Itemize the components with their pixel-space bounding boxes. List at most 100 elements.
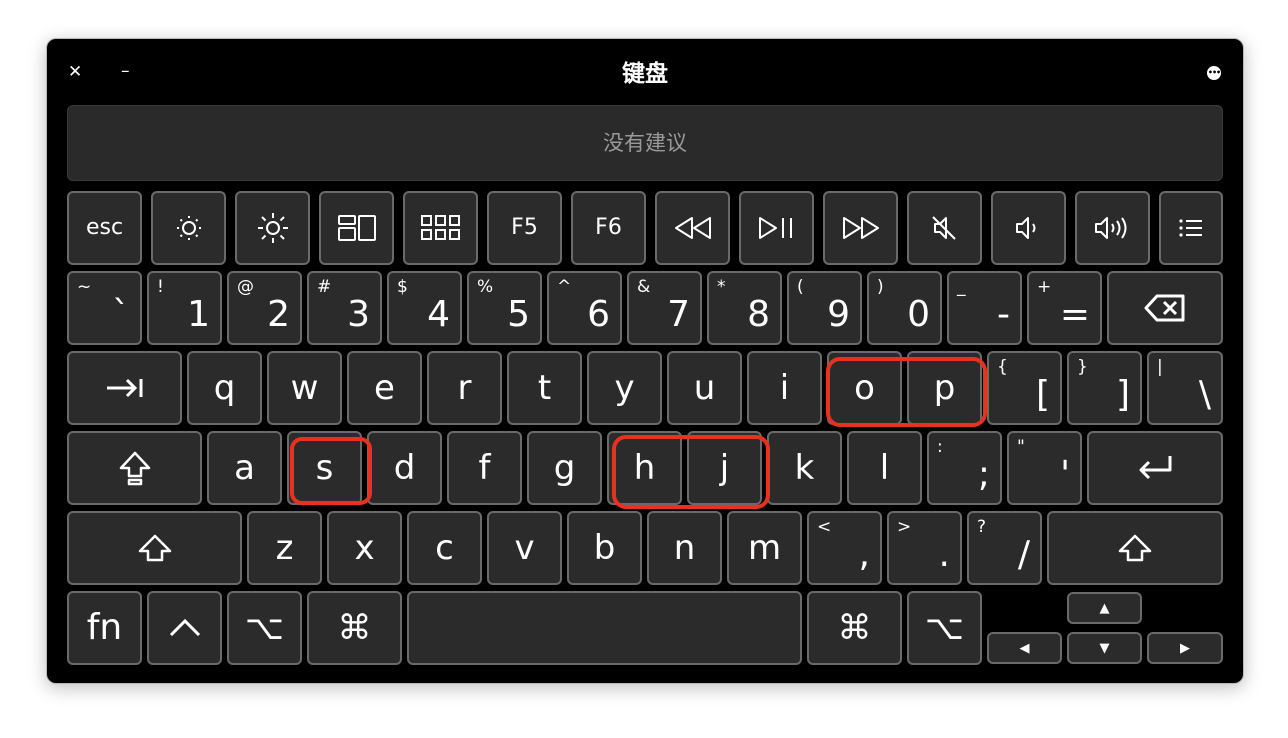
key-e[interactable]: e (347, 351, 422, 425)
key-r[interactable]: r (427, 351, 502, 425)
key-t[interactable]: t (507, 351, 582, 425)
key-backslash[interactable]: | \ (1147, 351, 1223, 425)
key-j[interactable]: j (687, 431, 762, 505)
key-d[interactable]: d (367, 431, 442, 505)
key-z[interactable]: z (247, 511, 322, 585)
key-esc[interactable]: esc (67, 191, 142, 265)
ellipsis-circle-icon[interactable]: ••• (1207, 66, 1221, 80)
key-y[interactable]: y (587, 351, 662, 425)
key-arrow-down[interactable]: ▼ (1067, 632, 1142, 664)
key-b[interactable]: b (567, 511, 642, 585)
shift-char: ! (157, 277, 164, 297)
shift-char: } (1077, 357, 1088, 377)
key-comma[interactable]: <, (807, 511, 882, 585)
key-launchpad[interactable] (403, 191, 478, 265)
key-equals[interactable]: + = (1027, 271, 1102, 345)
base-char: = (1059, 294, 1090, 335)
fast-forward-icon (842, 217, 879, 239)
key-l[interactable]: l (847, 431, 922, 505)
key-volume-up[interactable] (1075, 191, 1150, 265)
key-quote[interactable]: " ' (1007, 431, 1082, 505)
key-5[interactable]: % 5 (467, 271, 542, 345)
key-f[interactable]: f (447, 431, 522, 505)
key-0[interactable]: ) 0 (867, 271, 942, 345)
key-minus[interactable]: _ - (947, 271, 1022, 345)
key-v[interactable]: v (487, 511, 562, 585)
control-caret-icon (169, 618, 200, 637)
key-period[interactable]: >. (887, 511, 962, 585)
key-left-option[interactable]: ⌥ (227, 591, 302, 665)
rewind-icon (674, 217, 711, 239)
key-fn[interactable]: fn (67, 591, 142, 665)
base-char: - (997, 294, 1010, 335)
base-char: ; (977, 454, 990, 495)
key-n[interactable]: n (647, 511, 722, 585)
key-q[interactable]: q (187, 351, 262, 425)
key-right-shift[interactable] (1047, 511, 1223, 585)
key-return[interactable] (1087, 431, 1223, 505)
key-h[interactable]: h (607, 431, 682, 505)
shift-char: * (717, 277, 726, 297)
key-7[interactable]: & 7 (627, 271, 702, 345)
key-8[interactable]: * 8 (707, 271, 782, 345)
key-fast-forward[interactable] (823, 191, 898, 265)
key-space[interactable] (407, 591, 802, 665)
key-6[interactable]: ^ 6 (547, 271, 622, 345)
key-arrow-up[interactable]: ▲ (1067, 592, 1142, 624)
key-grave[interactable]: ~ ` (67, 271, 142, 345)
key-right-option[interactable]: ⌥ (907, 591, 982, 665)
key-arrow-right[interactable]: ▶ (1147, 632, 1223, 664)
key-brightness-up[interactable] (235, 191, 310, 265)
key-4[interactable]: $4 (387, 271, 462, 345)
key-semicolon[interactable]: :; (927, 431, 1002, 505)
shift-char: | (1157, 357, 1163, 377)
window-title: 键盘 (622, 61, 668, 87)
key-w[interactable]: w (267, 351, 342, 425)
key-m[interactable]: m (727, 511, 802, 585)
key-2[interactable]: @2 (227, 271, 302, 345)
key-arrow-left[interactable]: ◀ (987, 632, 1062, 664)
key-9[interactable]: (9 (787, 271, 862, 345)
key-control[interactable] (147, 591, 222, 665)
key-p[interactable]: p (907, 351, 982, 425)
shift-char: ~ (77, 277, 92, 297)
key-i[interactable]: i (747, 351, 822, 425)
key-u[interactable]: u (667, 351, 742, 425)
key-mission-control[interactable] (319, 191, 394, 265)
key-o[interactable]: o (827, 351, 902, 425)
key-3[interactable]: #3 (307, 271, 382, 345)
key-left-command[interactable]: ⌘ (307, 591, 402, 665)
key-play-pause[interactable] (739, 191, 814, 265)
base-char: 4 (427, 294, 450, 335)
key-k[interactable]: k (767, 431, 842, 505)
key-g[interactable]: g (527, 431, 602, 505)
key-x[interactable]: x (327, 511, 402, 585)
key-caps-lock[interactable] (67, 431, 202, 505)
key-tab[interactable] (67, 351, 182, 425)
key-rewind[interactable] (655, 191, 730, 265)
key-slash[interactable]: ? / (967, 511, 1042, 585)
key-mute[interactable] (907, 191, 982, 265)
mission-control-icon (337, 215, 376, 241)
key-volume-down[interactable] (991, 191, 1066, 265)
key-s[interactable]: s (287, 431, 362, 505)
shift-char: $ (397, 277, 408, 297)
key-c[interactable]: c (407, 511, 482, 585)
key-right-command[interactable]: ⌘ (807, 591, 902, 665)
key-f5[interactable]: F5 (487, 191, 562, 265)
shift-char: + (1037, 277, 1052, 297)
base-char: ] (1115, 374, 1130, 415)
base-char: 3 (347, 294, 370, 335)
play-pause-icon (758, 217, 792, 239)
base-char: 7 (667, 294, 690, 335)
key-brightness-down[interactable] (151, 191, 226, 265)
key-1[interactable]: ! 1 (147, 271, 222, 345)
shift-char: > (897, 517, 912, 537)
key-right-bracket[interactable]: }] (1067, 351, 1142, 425)
key-f6[interactable]: F6 (571, 191, 646, 265)
key-left-shift[interactable] (67, 511, 242, 585)
key-left-bracket[interactable]: {[ (987, 351, 1062, 425)
key-dictation-list[interactable] (1159, 191, 1223, 265)
key-a[interactable]: a (207, 431, 282, 505)
key-delete[interactable] (1107, 271, 1223, 345)
